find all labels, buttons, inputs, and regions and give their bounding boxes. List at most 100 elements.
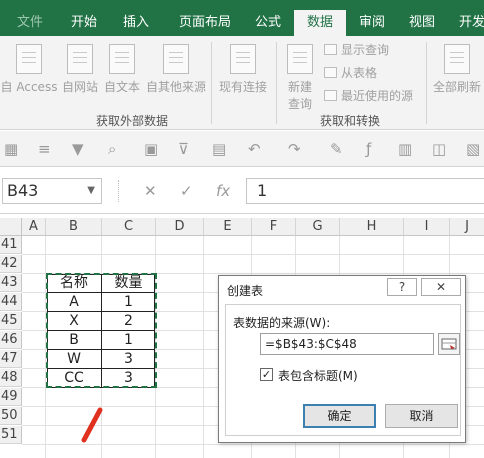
row-header-51[interactable]: 51 [0,426,22,444]
shapes-icon[interactable]: ◫ [432,142,446,157]
recent-sources-label: 最近使用的源 [341,89,414,103]
dialog-body: 表数据的来源(W): =$B$43:$C$48 ✓ 表包含标题(M) 确定 取消 [225,304,461,436]
existing-connections-label: 现有连接 [218,80,267,94]
select-all-corner[interactable] [0,218,22,236]
new-query-label-1: 新建 [287,80,312,94]
chart-icon[interactable]: ▧ [466,142,480,157]
column-header-a[interactable]: A [22,218,46,236]
table-icon [324,67,337,78]
from-other-sources-button[interactable]: 自其他来源 [143,44,209,95]
from-access-button[interactable]: 自 Access [0,44,58,95]
column-header-h[interactable]: H [340,218,404,236]
save-icon[interactable]: ▤ [212,142,226,157]
filter-icon[interactable]: ▼ [72,142,84,157]
column-header-g[interactable]: G [296,218,340,236]
formula-input[interactable]: 1 [246,178,484,204]
ribbon-tab-bar: 文件 开始 插入 页面布局 公式 数据 审阅 视图 开发 [0,0,484,36]
column-header-j[interactable]: J [450,218,484,236]
cancel-edit-icon[interactable]: ✕ [144,182,157,200]
layout-icon[interactable]: ▥ [398,142,412,157]
grid-icon[interactable]: ▦ [4,142,18,157]
row-header-44[interactable]: 44 [0,293,22,311]
table-source-label: 表数据的来源(W): [233,316,331,330]
column-header-d[interactable]: D [156,218,204,236]
confirm-edit-icon[interactable]: ✓ [180,182,193,200]
new-query-label-2: 查询 [287,97,312,111]
from-table-button[interactable]: 从表格 [324,65,377,81]
format-painter-icon[interactable]: ✎ [330,142,343,157]
from-access-label: 自 Access [0,80,58,94]
row-header-45[interactable]: 45 [0,312,22,330]
row-header-47[interactable]: 47 [0,350,22,368]
redo-icon[interactable]: ↷ [288,142,301,157]
function-icon[interactable]: ƒ [366,142,371,157]
tab-view[interactable]: 视图 [402,10,442,36]
tab-page-layout[interactable]: 页面布局 [170,10,240,36]
get-external-data-group-label: 获取外部数据 [96,114,169,128]
selection-marquee [46,273,157,388]
dialog-close-button[interactable]: ✕ [421,278,461,296]
name-box[interactable]: B43 ▼ [2,178,102,204]
table-source-input[interactable]: =$B$43:$C$48 [260,333,434,355]
column-header-c[interactable]: C [102,218,156,236]
from-web-label: 自网站 [61,80,98,94]
refresh-all-label: 全部刷新 [432,80,481,94]
web-icon [67,44,93,74]
show-queries-button[interactable]: 显示查询 [324,42,389,58]
name-box-value: B43 [7,181,39,200]
align-icon[interactable]: ≡ [38,142,51,157]
row-header-42[interactable]: 42 [0,255,22,273]
column-header-e[interactable]: E [204,218,252,236]
from-web-button[interactable]: 自网站 [58,44,102,95]
chevron-down-icon[interactable]: ▼ [87,179,95,203]
ok-button[interactable]: 确定 [303,404,376,428]
other-sources-icon [163,44,189,74]
ribbon-separator [276,42,277,124]
get-and-transform-group-label: 获取和转换 [320,114,381,128]
access-icon [16,44,42,74]
new-query-icon [287,44,313,74]
from-text-button[interactable]: 自文本 [102,44,142,95]
ribbon-separator [211,42,212,124]
has-headers-checkbox[interactable]: ✓ [260,368,273,381]
tab-review[interactable]: 审阅 [352,10,392,36]
zoom-icon[interactable]: ⌕ [108,142,116,157]
ribbon-separator [426,42,427,124]
column-header-b[interactable]: B [46,218,102,236]
tab-home[interactable]: 开始 [62,10,106,36]
create-table-dialog: 创建表 ? ✕ 表数据的来源(W): =$B$43:$C$48 ✓ 表包含标题(… [218,275,466,443]
text-file-icon [109,44,135,74]
refresh-icon [444,44,470,74]
column-header-i[interactable]: I [404,218,450,236]
tab-data[interactable]: 数据 [294,10,346,36]
has-headers-label: 表包含标题(M) [278,369,358,383]
new-query-button[interactable]: 新建 查询 [280,44,320,112]
range-picker-button[interactable] [438,333,460,355]
range-picker-icon [441,338,457,350]
tab-insert[interactable]: 插入 [114,10,158,36]
insert-function-icon[interactable]: fx [216,182,230,200]
gridline [22,254,484,255]
formula-bar-separator [118,180,120,202]
row-header-48[interactable]: 48 [0,369,22,387]
tab-developer[interactable]: 开发 [452,10,484,36]
from-other-sources-label: 自其他来源 [145,80,206,94]
refresh-all-button[interactable]: 全部刷新 [430,44,484,95]
row-header-41[interactable]: 41 [0,236,22,254]
calendar-icon[interactable]: ▣ [144,142,158,157]
tab-formulas[interactable]: 公式 [248,10,288,36]
tab-file[interactable]: 文件 [8,10,52,36]
recent-sources-button[interactable]: 最近使用的源 [324,88,413,104]
existing-connections-button[interactable]: 现有连接 [216,44,270,95]
clear-filter-icon[interactable]: ⊽ [178,142,189,157]
dialog-help-button[interactable]: ? [387,278,417,296]
column-header-f[interactable]: F [252,218,296,236]
row-header-46[interactable]: 46 [0,331,22,349]
row-header-49[interactable]: 49 [0,388,22,406]
undo-icon[interactable]: ↶ [248,142,261,157]
cancel-button[interactable]: 取消 [385,404,458,428]
row-header-50[interactable]: 50 [0,407,22,425]
row-header-43[interactable]: 43 [0,274,22,292]
from-text-label: 自文本 [103,80,140,94]
from-table-label: 从表格 [341,66,378,80]
